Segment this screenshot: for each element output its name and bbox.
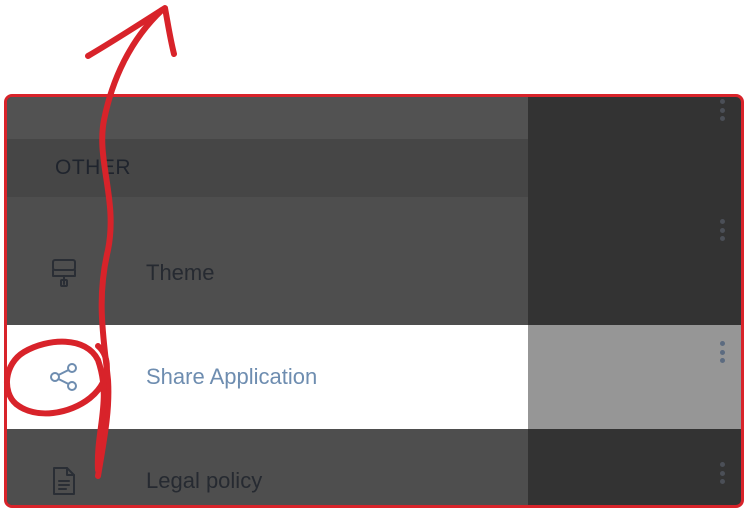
- drawer-item-label: Share Application: [146, 364, 318, 389]
- more-options-icon[interactable]: [719, 341, 725, 363]
- more-options-icon[interactable]: [719, 99, 725, 121]
- app-window: OTHER Theme Share Application Legal poli…: [4, 94, 744, 508]
- drawer-item-partial[interactable]: [7, 97, 528, 139]
- more-options-icon[interactable]: [719, 462, 725, 484]
- section-header: OTHER: [7, 139, 528, 197]
- drawer-item-legal-policy[interactable]: Legal policy: [7, 429, 528, 505]
- document-icon: [49, 466, 79, 496]
- drawer-item-label: Legal policy: [146, 468, 263, 493]
- share-icon: [49, 362, 79, 392]
- annotation-arrow-head: [85, 5, 177, 59]
- drawer-item-label: Theme: [146, 260, 215, 285]
- more-options-icon[interactable]: [719, 219, 725, 241]
- navigation-drawer: OTHER Theme Share Application Legal poli…: [7, 97, 528, 505]
- drawer-item-share-application[interactable]: Share Application: [7, 325, 528, 429]
- highlighted-row-background: [528, 325, 741, 429]
- section-header-label: OTHER: [55, 156, 131, 179]
- paint-roller-icon: [49, 258, 79, 288]
- drawer-item-theme[interactable]: Theme: [7, 221, 528, 325]
